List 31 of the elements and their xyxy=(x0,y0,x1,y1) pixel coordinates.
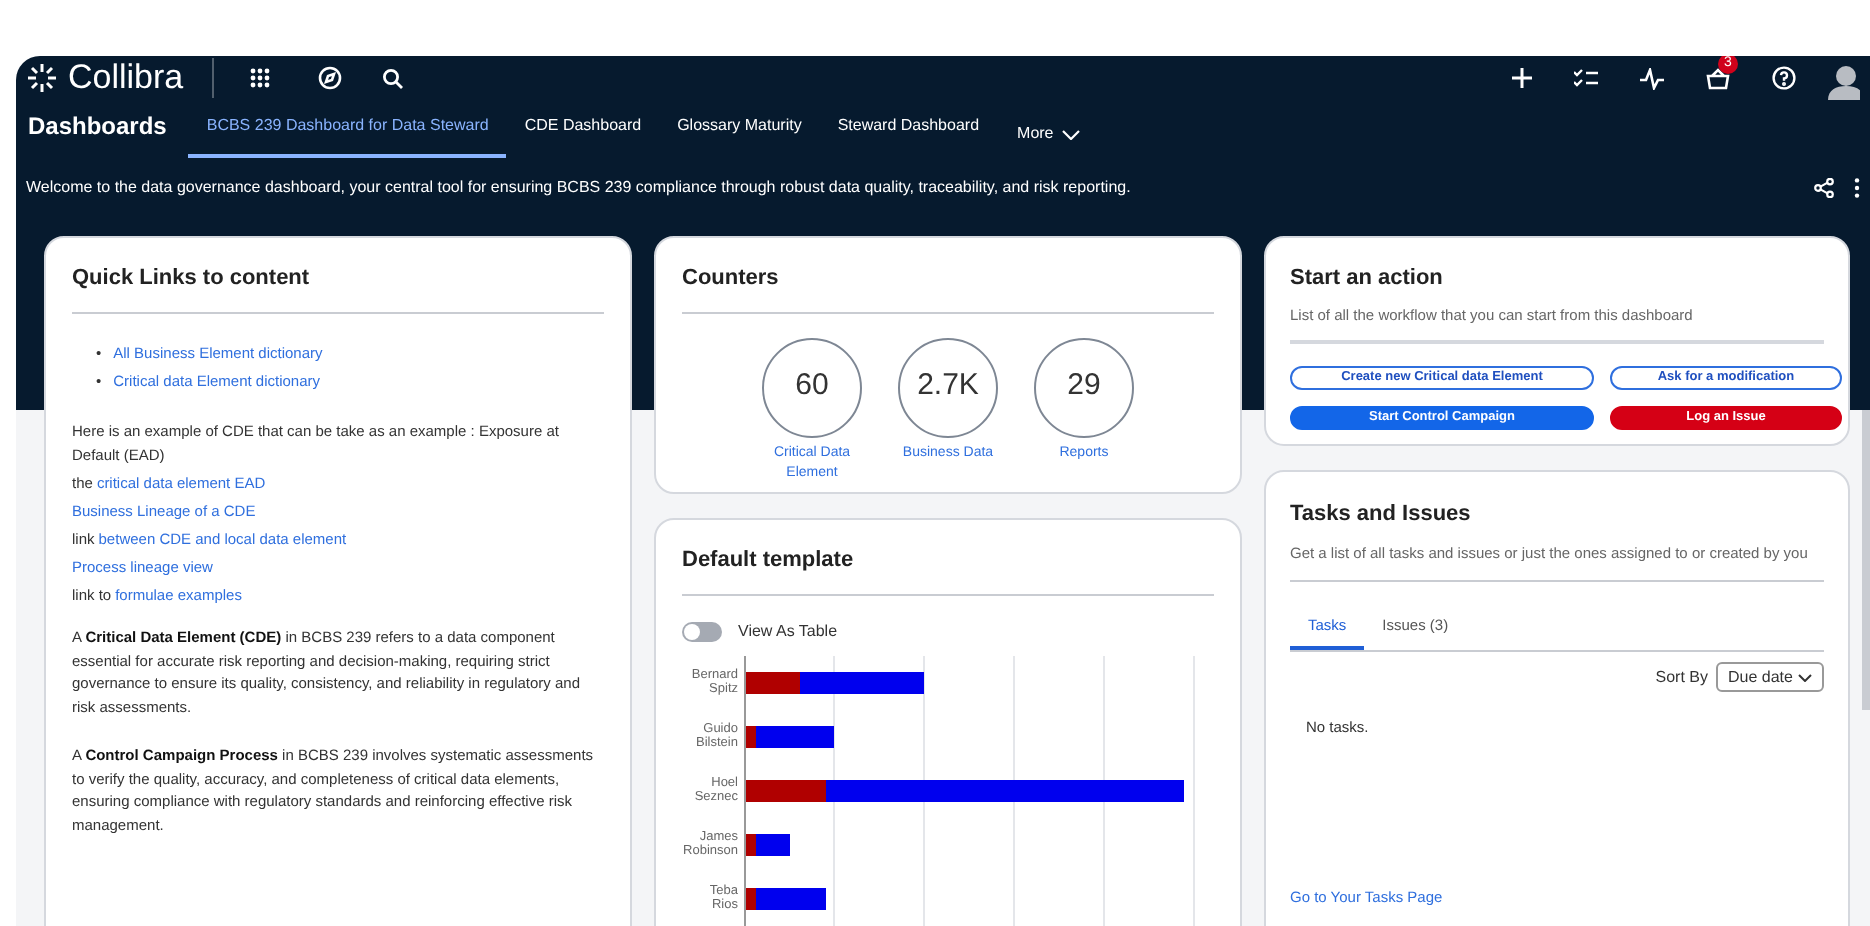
page-title: Dashboards xyxy=(28,110,167,144)
nav-tab[interactable]: CDE Dashboard xyxy=(506,106,660,158)
basket-icon[interactable] xyxy=(1706,67,1730,89)
toggle-switch[interactable] xyxy=(682,621,722,641)
compass-icon[interactable] xyxy=(317,66,342,90)
activity-icon[interactable] xyxy=(1640,67,1664,89)
search-icon[interactable] xyxy=(381,67,404,89)
nav-tab[interactable]: Glossary Maturity xyxy=(659,106,820,158)
logo-icon xyxy=(26,62,58,94)
toggle-label: View As Table xyxy=(738,619,838,643)
more-menu-button[interactable]: More xyxy=(1009,122,1088,146)
nav-tab[interactable]: BCBS 239 Dashboard for Data Steward xyxy=(188,106,507,158)
chevron-down-icon xyxy=(1061,129,1080,139)
welcome-text: Welcome to the data governance dashboard, your central tool for ensuring BCBS 239 compliance through robust data quality, traceability, and risk reporting. xyxy=(26,176,1133,200)
chevron-down-icon xyxy=(1798,673,1812,681)
card-title: Default template xyxy=(682,544,1214,595)
nav-tab[interactable]: Steward Dashboard xyxy=(819,106,998,158)
card-title: Tasks and Issues xyxy=(1290,500,1473,530)
sort-label: Sort By xyxy=(1655,665,1708,689)
checklist-icon[interactable] xyxy=(1574,68,1598,88)
more-options-icon[interactable] xyxy=(1854,178,1860,198)
avatar-icon[interactable] xyxy=(1828,64,1860,100)
sort-dropdown[interactable]: Due date xyxy=(1716,662,1824,692)
card-title: Quick Links to content xyxy=(72,262,604,313)
apps-grid-icon[interactable] xyxy=(249,68,270,88)
help-icon[interactable] xyxy=(1772,66,1796,90)
card-title: Counters xyxy=(682,262,1214,313)
share-icon[interactable] xyxy=(1814,178,1834,198)
logo-text: Collibra xyxy=(68,56,184,101)
plus-icon[interactable] xyxy=(1512,68,1532,88)
card-title: Start an action xyxy=(1290,264,1445,294)
